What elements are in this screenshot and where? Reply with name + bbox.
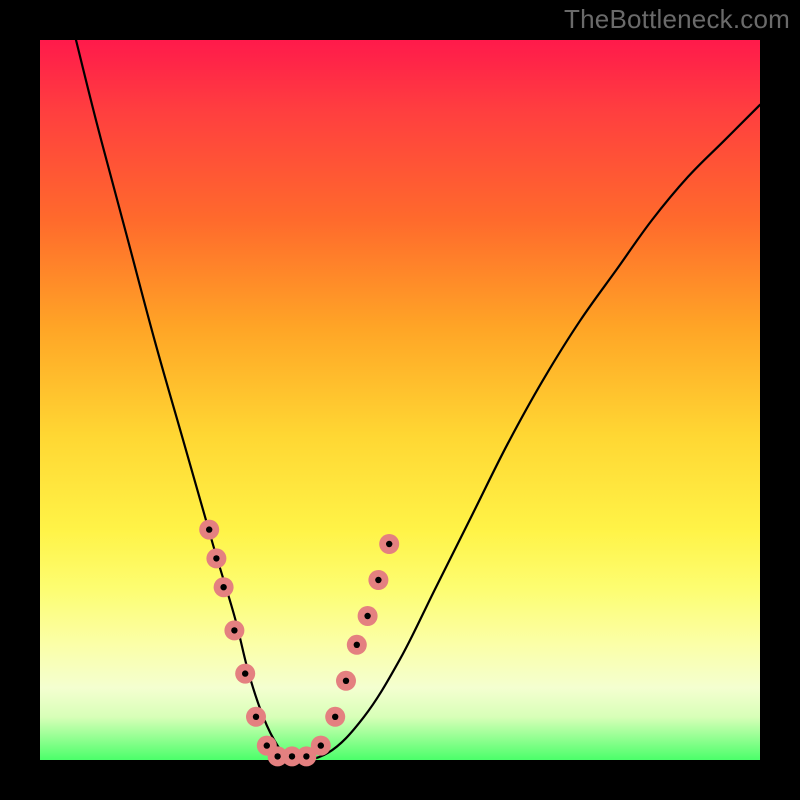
marker-center	[289, 753, 295, 759]
marker-center	[303, 753, 309, 759]
marker-center	[231, 627, 237, 633]
plot-area	[40, 40, 760, 760]
marker-center	[375, 577, 381, 583]
marker-center	[274, 753, 280, 759]
marker-center	[213, 555, 219, 561]
marker-center	[206, 526, 212, 532]
marker-center	[220, 584, 226, 590]
watermark-label: TheBottleneck.com	[564, 4, 790, 35]
chart-frame: TheBottleneck.com	[0, 0, 800, 800]
marker-center	[242, 670, 248, 676]
marker-group	[199, 520, 399, 767]
marker-center	[264, 742, 270, 748]
marker-center	[364, 613, 370, 619]
marker-center	[343, 678, 349, 684]
marker-center	[332, 714, 338, 720]
marker-center	[318, 742, 324, 748]
marker-center	[253, 714, 259, 720]
bottleneck-curve	[76, 40, 760, 761]
marker-center	[386, 541, 392, 547]
curve-svg	[40, 40, 760, 760]
marker-center	[354, 642, 360, 648]
